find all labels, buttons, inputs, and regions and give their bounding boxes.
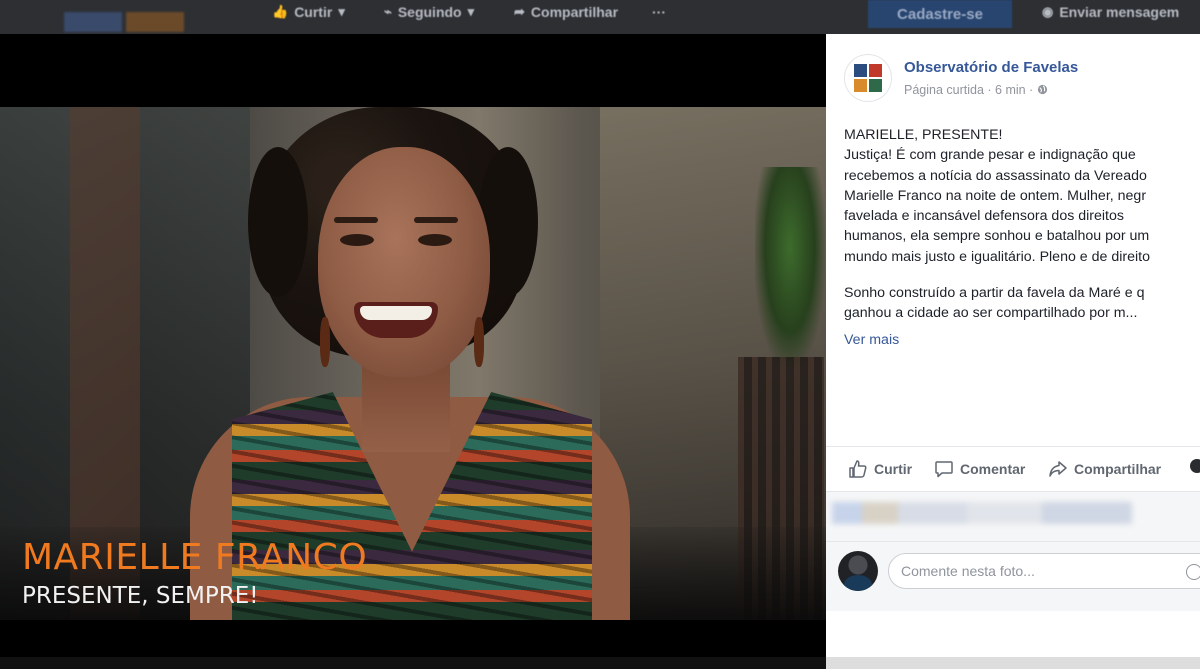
post-line: mundo mais justo e igualitário. Pleno e … [844, 248, 1150, 265]
photo-caption-subtitle: PRESENTE, SEMPRE! [22, 583, 259, 609]
like-label: Curtir [874, 461, 913, 477]
blurred-reactions [832, 502, 1132, 524]
portrait-earring-right [474, 317, 484, 367]
post-photo[interactable]: MARIELLE FRANCO PRESENTE, SEMPRE! [0, 107, 826, 620]
post-panel: Observatório de Favelas Página curtida ·… [826, 34, 1200, 657]
rss-icon: ⌁ [384, 4, 392, 19]
portrait-face [318, 147, 490, 377]
portrait-earring-left [320, 317, 330, 367]
small-avatar-icon [1190, 459, 1200, 473]
post-line: recebemos a notícia do assassinato da Ve… [844, 167, 1147, 184]
post-line: favelada e incansável defensora dos dire… [844, 208, 1124, 225]
share-arrow-icon [1049, 461, 1067, 477]
reaction-avatar-button[interactable] [1190, 459, 1200, 473]
post-line: Marielle Franco na noite de ontem. Mulhe… [844, 187, 1147, 204]
more-label: ··· [652, 4, 666, 20]
panel-bottom-edge [826, 657, 1200, 669]
chevron-down-icon: ▾ [338, 4, 345, 19]
portrait-brow-left [334, 217, 378, 223]
page-name-link[interactable]: Observatório de Favelas [904, 59, 1078, 76]
post-actions-bar: Curtir Comentar Compartilhar [826, 446, 1200, 490]
user-avatar[interactable] [838, 551, 878, 591]
post-line: humanos, ela sempre sonhou e batalhou po… [844, 228, 1150, 245]
send-message-button[interactable]: ◉ Enviar mensagem [1042, 0, 1179, 24]
comment-bubble-icon [935, 461, 953, 478]
following-label: Seguindo [397, 4, 462, 20]
more-options-button[interactable]: ··· [652, 0, 666, 24]
comment-button[interactable]: Comentar [934, 459, 1025, 479]
comment-label: Comentar [960, 461, 1026, 477]
globe-icon[interactable] [1037, 84, 1048, 95]
like-button[interactable]: Curtir [848, 459, 912, 479]
portrait-eye-right [418, 234, 452, 246]
page-avatar[interactable] [844, 54, 892, 102]
chevron-down-icon: ▾ [467, 4, 475, 19]
facebook-top-bar: 👍 Curtir ▾ ⌁ Seguindo ▾ ➦ Compartilhar ·… [0, 0, 1200, 34]
share-button[interactable]: Compartilhar [1048, 459, 1161, 479]
page-like-label: Curtir [294, 4, 333, 20]
following-button[interactable]: ⌁ Seguindo ▾ [384, 0, 474, 24]
blurred-logo-secondary [126, 12, 184, 32]
photo-viewer[interactable]: MARIELLE FRANCO PRESENTE, SEMPRE! [0, 34, 826, 669]
page-share-button[interactable]: ➦ Compartilhar [514, 0, 618, 24]
post-body: MARIELLE, PRESENTE! Justiça! É com grand… [844, 125, 1200, 324]
portrait-eye-left [340, 234, 374, 246]
comment-composer [826, 541, 1200, 611]
portrait-brow-right [414, 217, 458, 223]
blurred-logo [64, 12, 122, 32]
post-line: Sonho construído a partir da favela da M… [844, 285, 1145, 302]
page-like-button[interactable]: 👍 Curtir ▾ [272, 0, 345, 24]
reactions-summary [826, 491, 1200, 541]
signup-button[interactable]: Cadastre-se [868, 0, 1012, 28]
post-meta-text: Página curtida · 6 min · [904, 83, 1037, 97]
see-more-link[interactable]: Ver mais [844, 332, 899, 348]
page-share-label: Compartilhar [530, 4, 619, 20]
post-line: MARIELLE, PRESENTE! [844, 127, 1003, 143]
comment-input[interactable] [888, 553, 1200, 589]
post-meta: Página curtida · 6 min · [904, 83, 1048, 97]
post-line: Justiça! É com grande pesar e indignação… [844, 147, 1136, 164]
messenger-icon: ◉ [1042, 4, 1054, 19]
viewer-bottom-edge [0, 657, 826, 669]
thumbs-up-icon: 👍 [272, 4, 289, 19]
signup-label: Cadastre-se [897, 5, 983, 23]
thumbs-up-icon [849, 460, 867, 478]
share-label: Compartilhar [1074, 461, 1162, 477]
send-message-label: Enviar mensagem [1059, 4, 1180, 20]
photo-caption-name: MARIELLE FRANCO [22, 537, 368, 578]
post-line: ganhou a cidade ao ser compartilhado por… [844, 305, 1138, 322]
page-logo-icon [854, 64, 882, 92]
emoji-icon[interactable] [1186, 564, 1200, 580]
share-arrow-icon: ➦ [514, 4, 525, 19]
portrait-smile [354, 302, 438, 338]
